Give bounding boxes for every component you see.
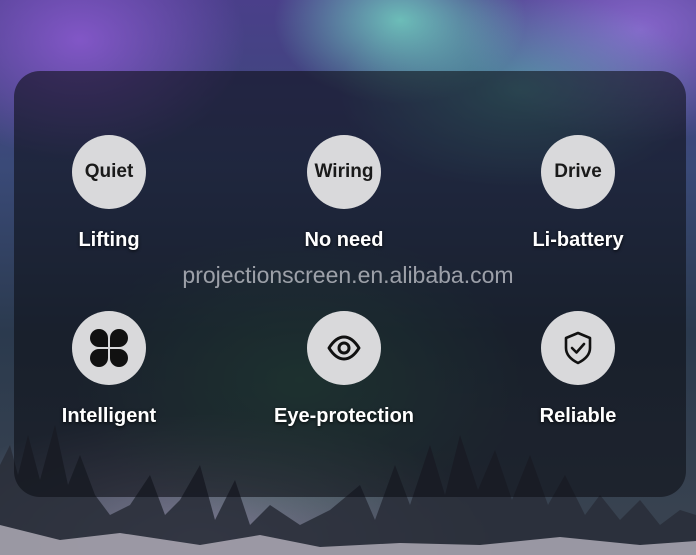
feature-label: Eye-protection [273,405,415,427]
four-petal-grid-icon [90,329,128,367]
shield-check-icon [564,331,592,365]
badge-text: Quiet [84,161,134,182]
badge-text: Drive [554,161,602,182]
drive-badge: Drive [541,135,615,209]
feature-label: No need [304,229,384,251]
intelligent-badge [72,311,146,385]
quiet-badge: Quiet [72,135,146,209]
feature-intelligent: Intelligent [9,311,209,428]
feature-label: Li-battery [532,229,624,251]
eye-icon [327,335,361,361]
feature-drive-li-battery: Drive Li-battery [478,135,678,252]
feature-reliable: Reliable [478,311,678,428]
feature-quiet-lifting: Quiet Lifting [9,135,209,252]
feature-label: Intelligent [61,405,157,427]
reliable-badge [541,311,615,385]
feature-eye-protection: Eye-protection [244,311,444,428]
eye-protection-badge [307,311,381,385]
feature-label: Reliable [539,405,617,427]
badge-text: Wiring [314,161,374,182]
wiring-badge: Wiring [307,135,381,209]
watermark-text: projectionscreen.en.alibaba.com [182,262,514,288]
feature-wiring-no-need: Wiring No need [244,135,444,252]
feature-label: Lifting [78,229,140,251]
